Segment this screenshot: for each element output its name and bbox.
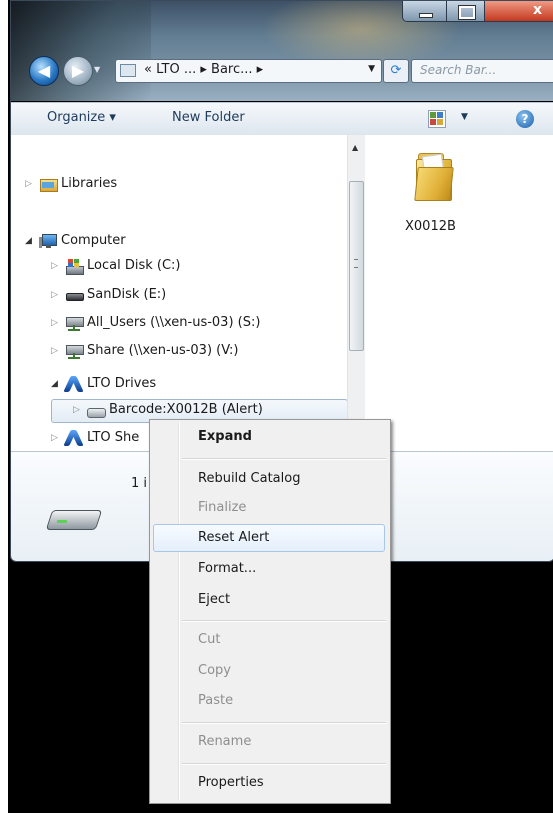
menu-item-finalize[interactable]: Finalize [198,500,246,515]
collapse-arrow-icon[interactable]: ◢ [51,373,61,395]
removable-drive-icon [65,287,84,303]
change-view-icon[interactable] [428,110,446,128]
expand-arrow-icon[interactable]: ▷ [73,399,83,421]
libraries-icon [39,176,58,192]
search-placeholder: Search Bar... [420,63,497,77]
scrollbar-grip-icon [354,259,358,268]
minimize-button[interactable] [402,1,448,22]
lto-drives-icon [63,376,84,392]
expand-arrow-icon[interactable]: ▷ [25,173,35,195]
menu-gutter [178,422,180,800]
tree-item-label: SanDisk (E:) [87,287,167,302]
local-disk-icon [65,258,84,275]
maximize-icon [459,6,475,19]
forward-arrow-icon: ▶ [71,61,85,80]
tree-item-libraries[interactable]: ▷ Libraries [25,173,117,195]
refresh-icon: ⟳ [390,63,402,78]
menu-item-expand[interactable]: Expand [198,429,252,444]
folder-icon[interactable] [412,153,454,203]
tree-item-lto-drives[interactable]: ◢ LTO Drives [51,373,156,395]
network-drive-icon [65,343,84,359]
menu-separator [182,763,386,765]
menu-item-rebuild-catalog[interactable]: Rebuild Catalog [198,471,300,486]
tree-item-local-disk[interactable]: ▷ Local Disk (C:) [51,255,180,277]
command-bar: Organize ▾ New Folder ▼ ? [11,102,553,136]
menu-item-cut[interactable]: Cut [198,632,220,647]
tree-item-sandisk[interactable]: ▷ SanDisk (E:) [51,284,166,306]
tree-item-label: LTO Drives [87,376,157,391]
forward-button[interactable]: ▶ [63,56,93,86]
expand-arrow-icon[interactable]: ▷ [51,284,61,306]
address-drive-icon [120,64,136,77]
menu-separator [182,458,386,460]
organize-button[interactable]: Organize ▾ [47,110,116,125]
file-list-pane: X0012B [367,135,553,451]
collapse-arrow-icon[interactable]: ◢ [25,230,35,252]
expand-arrow-icon[interactable]: ▷ [51,312,61,334]
menu-item-eject[interactable]: Eject [198,592,230,607]
lto-shelf-icon [63,430,84,446]
tree-item-label: Computer [61,233,126,248]
computer-icon [39,233,57,249]
view-options-dropdown[interactable]: ▼ [461,112,468,122]
drive-icon [45,502,103,532]
maximize-button[interactable] [446,1,486,22]
refresh-button[interactable]: ⟳ [383,59,409,83]
tree-item-label: All_Users (\\xen-us-03) (S:) [87,315,261,330]
back-arrow-icon: ◀ [37,61,51,80]
tree-item-label: Libraries [61,176,118,191]
menu-separator [182,620,386,622]
network-drive-icon [65,315,84,331]
scroll-up-arrow-icon[interactable]: ▲ [352,143,358,152]
help-icon[interactable]: ? [516,110,534,128]
search-input[interactable]: Search Bar... [411,59,553,83]
breadcrumb[interactable]: « LTO ... ▸ Barc... ▸ [144,62,263,77]
chevron-down-icon[interactable]: ▼ [368,64,375,74]
tree-item-barcode[interactable]: ▷ Barcode:X0012B (Alert) [73,399,263,421]
tree-item-share[interactable]: ▷ Share (\\xen-us-03) (V:) [51,340,239,362]
menu-item-reset-alert[interactable]: Reset Alert [198,530,269,545]
close-icon: x [533,2,543,18]
tree-item-computer[interactable]: ◢ Computer [25,230,126,252]
menu-item-properties[interactable]: Properties [198,775,264,790]
expand-arrow-icon[interactable]: ▷ [51,340,61,362]
recent-pages-dropdown[interactable]: ▼ [94,65,100,74]
title-bar-shade [11,1,151,101]
tape-drive-icon [87,402,106,418]
menu-item-paste[interactable]: Paste [198,693,233,708]
expand-arrow-icon[interactable]: ▷ [51,427,61,449]
content-area: ▷ Libraries ◢ Computer ▷ Local Disk (C:) ▷ S… [11,135,553,451]
item-count-text: 1 i [131,476,148,491]
menu-item-rename[interactable]: Rename [198,734,251,749]
tree-item-label: LTO She [87,430,140,445]
menu-item-format[interactable]: Format... [198,561,256,576]
folder-label[interactable]: X0012B [405,219,456,234]
close-button[interactable]: x [484,1,553,22]
minimize-icon [419,13,433,18]
tree-item-label: Barcode:X0012B (Alert) [109,402,263,417]
expand-arrow-icon[interactable]: ▷ [51,255,61,277]
menu-item-copy[interactable]: Copy [198,663,231,678]
back-button[interactable]: ◀ [29,56,59,86]
tree-item-lto-shelf[interactable]: ▷ LTO She [51,427,139,449]
address-bar[interactable]: « LTO ... ▸ Barc... ▸ ▼ [115,59,382,83]
tree-item-all-users[interactable]: ▷ All_Users (\\xen-us-03) (S:) [51,312,260,334]
tree-item-label: Local Disk (C:) [87,258,181,273]
context-menu: Expand Rebuild Catalog Finalize Reset Al… [149,419,391,804]
new-folder-button[interactable]: New Folder [172,110,245,125]
menu-separator [182,722,386,724]
navigation-pane: ▷ Libraries ◢ Computer ▷ Local Disk (C:) ▷ S… [11,135,366,451]
tree-item-label: Share (\\xen-us-03) (V:) [87,343,239,358]
